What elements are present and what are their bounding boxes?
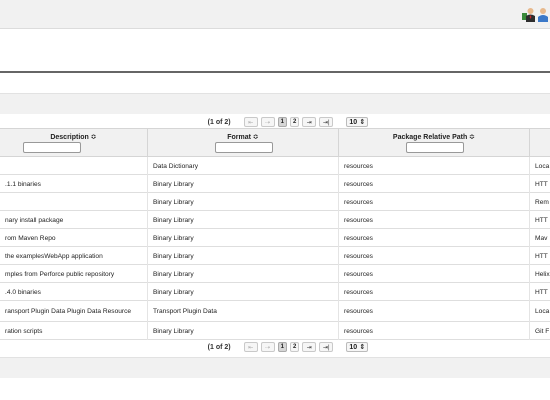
- page-2-button[interactable]: 2: [289, 117, 300, 127]
- prev-page-button[interactable]: ⇢: [260, 342, 275, 352]
- type-cell: Loca: [535, 162, 550, 170]
- description-cell: ransport Plugin Data Plugin Data Resourc…: [0, 301, 148, 322]
- header-area: [0, 29, 550, 73]
- format-filter-input[interactable]: [215, 142, 273, 153]
- select-caret-icon: ⇕: [359, 344, 366, 351]
- table-row[interactable]: rom Maven Repo Binary Library resources Mav: [0, 229, 550, 247]
- type-cell: Git F: [535, 327, 550, 335]
- rows-per-page-value: 10: [349, 118, 358, 126]
- format-cell: Binary Library: [148, 211, 339, 229]
- first-page-button[interactable]: ⇤: [243, 117, 258, 127]
- column-header-format[interactable]: Format ≎: [148, 129, 339, 157]
- type-cell: HTT: [535, 288, 548, 296]
- format-cell: Binary Library: [148, 283, 339, 301]
- table-header: Description ≎ Format ≎ Package Relative …: [0, 128, 550, 157]
- footer-band: [0, 357, 550, 378]
- page-2-button[interactable]: 2: [289, 342, 300, 352]
- column-header-path[interactable]: Package Relative Path ≎: [339, 129, 530, 157]
- description-filter-input[interactable]: [23, 142, 81, 153]
- type-cell: Loca: [535, 308, 550, 315]
- description-cell: mples from Perforce public repository: [0, 265, 148, 283]
- table-row[interactable]: .4.0 binaries Binary Library resources HTT: [0, 283, 550, 301]
- last-page-button[interactable]: ⇥|: [319, 117, 334, 127]
- column-title: Format ≎: [227, 134, 259, 141]
- format-cell: Transport Plugin Data: [148, 301, 339, 322]
- column-title: Package Relative Path ≎: [392, 134, 476, 141]
- type-cell: Rem: [535, 198, 549, 206]
- table-row[interactable]: mples from Perforce public repository Bin…: [0, 265, 550, 283]
- type-cell: HTT: [535, 216, 548, 224]
- path-cell: resources: [339, 322, 530, 340]
- format-cell: Binary Library: [148, 193, 339, 211]
- path-cell: resources: [339, 175, 530, 193]
- table-row[interactable]: ration scripts Binary Library resources Git…: [0, 322, 550, 340]
- description-cell: [0, 157, 148, 175]
- table-row[interactable]: the examplesWebApp application Binary Lib…: [0, 247, 550, 265]
- format-cell: Binary Library: [148, 247, 339, 265]
- select-caret-icon: ⇕: [359, 119, 366, 126]
- last-page-button[interactable]: ⇥|: [319, 342, 334, 352]
- rows-per-page-value: 10: [349, 343, 358, 351]
- user-admin-icon[interactable]: [522, 6, 536, 22]
- description-cell: ration scripts: [0, 322, 148, 340]
- format-cell: Data Dictionary: [148, 157, 339, 175]
- table-row[interactable]: ransport Plugin Data Plugin Data Resourc…: [0, 301, 550, 322]
- format-cell: Binary Library: [148, 322, 339, 340]
- path-cell: resources: [339, 157, 530, 175]
- first-page-button[interactable]: ⇤: [243, 342, 258, 352]
- type-cell: Helix: [535, 270, 550, 278]
- path-cell: resources: [339, 193, 530, 211]
- path-cell: resources: [339, 211, 530, 229]
- rows-per-page-select[interactable]: 10 ⇕: [346, 117, 369, 127]
- description-cell: nary install package: [0, 211, 148, 229]
- description-cell: .4.0 binaries: [0, 283, 148, 301]
- user-profile-icon[interactable]: [538, 6, 550, 22]
- format-cell: Binary Library: [148, 265, 339, 283]
- description-cell: the examplesWebApp application: [0, 247, 148, 265]
- page-1-button[interactable]: 1: [277, 342, 287, 352]
- description-cell: [0, 193, 148, 211]
- next-page-button[interactable]: ⇥: [302, 117, 317, 127]
- type-cell: HTT: [535, 180, 548, 188]
- section-band: [0, 93, 550, 114]
- column-title: Description ≎: [50, 134, 97, 141]
- next-page-button[interactable]: ⇥: [302, 342, 317, 352]
- page-1-button[interactable]: 1: [277, 117, 287, 127]
- page-count: (1 of 2): [207, 343, 231, 351]
- path-cell: resources: [339, 265, 530, 283]
- path-cell: resources: [339, 229, 530, 247]
- format-cell: Binary Library: [148, 229, 339, 247]
- column-header-description[interactable]: Description ≎: [0, 129, 148, 157]
- table-row[interactable]: Binary Library resources Rem: [0, 193, 550, 211]
- table-row[interactable]: .1.1 binaries Binary Library resources HTT: [0, 175, 550, 193]
- table-row[interactable]: Data Dictionary resources Loca: [0, 157, 550, 175]
- path-cell: resources: [339, 301, 530, 322]
- table-row[interactable]: nary install package Binary Library resour…: [0, 211, 550, 229]
- type-cell: HTT: [535, 252, 548, 260]
- path-cell: resources: [339, 247, 530, 265]
- top-toolbar: [0, 0, 550, 29]
- column-header-type[interactable]: [530, 129, 550, 157]
- description-cell: .1.1 binaries: [0, 175, 148, 193]
- pager-bottom: (1 of 2) ⇤ ⇢ 1 2 ⇥ ⇥| 10 ⇕: [0, 339, 550, 355]
- path-cell: resources: [339, 283, 530, 301]
- format-cell: Binary Library: [148, 175, 339, 193]
- description-cell: rom Maven Repo: [0, 229, 148, 247]
- user-icons: [522, 6, 550, 22]
- path-filter-input[interactable]: [406, 142, 464, 153]
- page-count: (1 of 2): [207, 118, 231, 126]
- rows-per-page-select[interactable]: 10 ⇕: [346, 342, 369, 352]
- prev-page-button[interactable]: ⇢: [260, 117, 275, 127]
- type-cell: Mav: [535, 234, 548, 242]
